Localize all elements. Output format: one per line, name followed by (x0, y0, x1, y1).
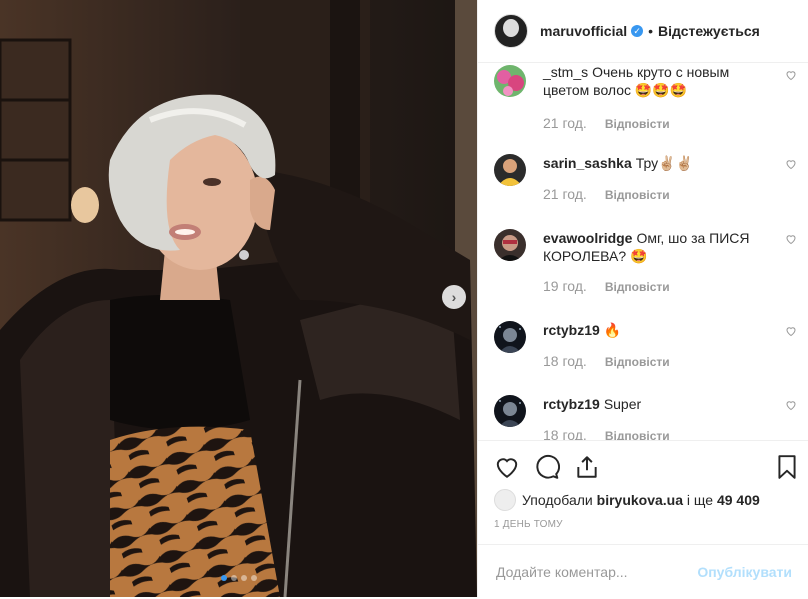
like-comment-heart-icon[interactable] (785, 399, 797, 411)
comment-text: rctybz19 🔥 (543, 321, 760, 339)
author-username[interactable]: maruvofficial (540, 23, 627, 39)
comment-text: rctybz19 Super (543, 395, 760, 413)
comments-list[interactable]: _stm_s Очень круто с новым цветом волос 🤩… (478, 63, 808, 440)
reply-button[interactable]: Відповісти (605, 117, 670, 131)
post-side-panel: maruvofficial ✓ • Відстежується _stm_s Оч… (477, 0, 808, 597)
comment-meta: 18 год. Відповісти (543, 353, 670, 369)
comment-username[interactable]: _stm_s (543, 64, 588, 80)
comment-username[interactable]: sarin_sashka (543, 155, 632, 171)
carousel-next-button[interactable]: › (442, 285, 466, 309)
comment-text: sarin_sashka Тру✌🏼✌🏼 (543, 154, 760, 172)
comment-text: evawoolridge Омг, шо за ПИСЯ КОРОЛЕВА? 🤩 (543, 229, 760, 265)
reply-button[interactable]: Відповісти (605, 280, 670, 294)
space-avatar-icon (494, 321, 526, 353)
liker-avatar[interactable] (494, 489, 516, 511)
commenter-avatar[interactable] (494, 395, 526, 427)
carousel-dot-3 (240, 575, 247, 581)
commenter-avatar[interactable] (494, 65, 526, 97)
add-comment-bar: Опублікувати (478, 544, 808, 599)
liker-username[interactable]: biryukova.ua (597, 492, 683, 508)
post-header: maruvofficial ✓ • Відстежується (478, 0, 808, 63)
comment-username[interactable]: rctybz19 (543, 322, 600, 338)
likes-summary: Уподобали biryukova.ua і ще 49 409 (494, 489, 792, 511)
likes-middle: і ще (686, 492, 714, 508)
yellow-avatar-icon (494, 154, 526, 186)
flowers-avatar-icon (494, 65, 526, 97)
comment-meta: 21 год. Відповісти (543, 115, 670, 131)
comment-username[interactable]: rctybz19 (543, 396, 600, 412)
comment-meta: 19 год. Відповісти (543, 278, 670, 294)
post-photo[interactable]: › (0, 0, 477, 597)
like-comment-heart-icon[interactable] (785, 158, 797, 170)
likes-count[interactable]: 49 409 (717, 492, 760, 508)
dark-avatar-icon (494, 229, 526, 261)
carousel-dots (0, 575, 477, 581)
commenter-avatar[interactable] (494, 229, 526, 261)
comment-meta: 18 год. Відповісти (543, 427, 670, 440)
post-actions: Уподобали biryukova.ua і ще 49 409 1 ДЕН… (478, 440, 808, 591)
photo-illustration (0, 0, 477, 597)
comment-time[interactable]: 21 год. (543, 186, 587, 202)
author-avatar[interactable] (494, 14, 528, 48)
reply-button[interactable]: Відповісти (605, 188, 670, 202)
comment-username[interactable]: evawoolridge (543, 230, 632, 246)
verified-badge-icon: ✓ (631, 25, 644, 37)
reply-button[interactable]: Відповісти (605, 429, 670, 440)
post-date[interactable]: 1 ДЕНЬ ТОМУ (494, 519, 563, 530)
comment-time[interactable]: 19 год. (543, 278, 587, 294)
comment-input[interactable] (494, 563, 698, 581)
carousel-dot-4 (250, 575, 257, 581)
following-button[interactable]: Відстежується (658, 23, 760, 39)
comment-message: Тру✌🏼✌🏼 (635, 155, 693, 171)
like-comment-heart-icon[interactable] (785, 325, 797, 337)
publish-button[interactable]: Опублікувати (697, 564, 792, 580)
commenter-avatar[interactable] (494, 321, 526, 353)
reply-button[interactable]: Відповісти (605, 355, 670, 369)
commenter-avatar[interactable] (494, 154, 526, 186)
carousel-dot-1 (220, 575, 227, 581)
comment-message: 🔥 (603, 322, 622, 338)
like-comment-heart-icon[interactable] (785, 233, 797, 245)
comment-text: _stm_s Очень круто с новым цветом волос 🤩… (543, 63, 760, 99)
comment-time[interactable]: 18 год. (543, 353, 587, 369)
comment-bubble-icon[interactable] (534, 454, 560, 480)
comment-time[interactable]: 18 год. (543, 427, 587, 440)
like-heart-icon[interactable] (494, 454, 520, 480)
save-bookmark-icon[interactable] (774, 454, 800, 480)
carousel-dot-2 (230, 575, 237, 581)
likes-prefix: Уподобали (522, 492, 593, 508)
comment-meta: 21 год. Відповісти (543, 186, 670, 202)
header-separator: • (648, 23, 654, 39)
comment-message: Super (603, 396, 642, 412)
like-comment-heart-icon[interactable] (785, 69, 797, 81)
share-icon[interactable] (574, 454, 600, 480)
space-avatar-icon (494, 395, 526, 427)
comment-time[interactable]: 21 год. (543, 115, 587, 131)
